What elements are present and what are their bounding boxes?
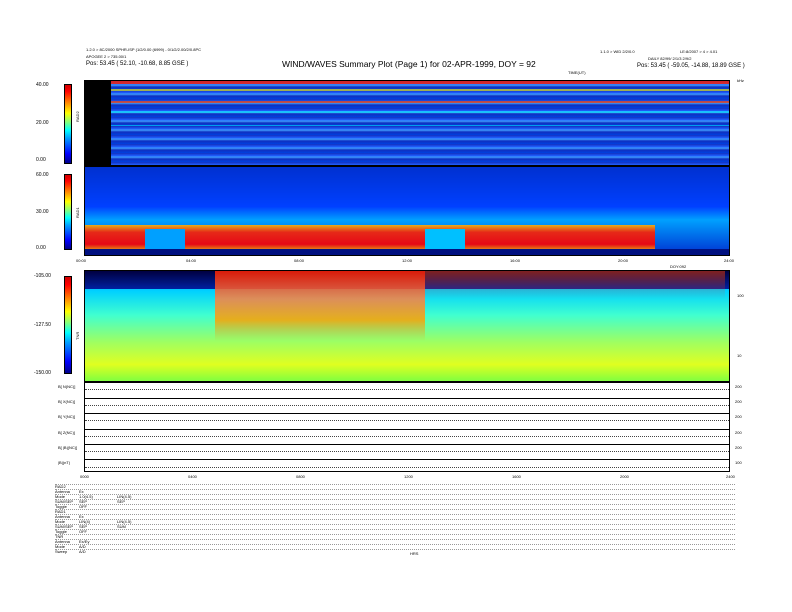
rad1-colorbar (64, 174, 72, 250)
time-marker-top: TIME(UT) (568, 70, 586, 75)
footer-row: RAD1 (55, 509, 735, 514)
line-right-5: 200 (735, 445, 742, 450)
page-title: WIND/WAVES Summary Plot (Page 1) for 02-… (282, 59, 536, 69)
footer-row: Mode 1.0(4.5) LIN(4.5) (55, 494, 735, 499)
rad2-tick-mid: 20.00 (36, 120, 49, 126)
line-label-3: B[ Y(NC)] (58, 414, 76, 419)
line-label-6: |B|(nT) (58, 460, 71, 465)
footer-row: Antenna Ex (55, 489, 735, 494)
footer-row: SUM/SEP SEP SEP (55, 499, 735, 504)
footer-row: Sweep A/D (55, 549, 735, 554)
rad1-time-24: 24:00 (724, 258, 735, 263)
tnr-tick-bottom: -150.00 (34, 370, 51, 376)
line-label-4: B[ Z(NC)] (58, 430, 75, 435)
footer-row: RAD2 (55, 484, 735, 489)
header-right-line3: DAILY 82/99/ 2/1/3 2/9/2 (648, 56, 692, 61)
bottom-time-1200: 1200 (404, 474, 413, 479)
rad2-spectrogram (84, 80, 730, 166)
line-right-4: 200 (735, 430, 742, 435)
bottom-time-2000: 2000 (620, 474, 629, 479)
footer-row: Toggle OFF (55, 529, 735, 534)
rad1-label: RAD1 (75, 207, 80, 218)
rad2-tick-top: 40.00 (36, 82, 49, 88)
rad1-time-08: 08:00 (294, 258, 305, 263)
rad1-time-04: 04:00 (186, 258, 197, 263)
rad1-tick-top: 60.00 (36, 172, 49, 178)
footer-row: TNR (55, 534, 735, 539)
tnr-right-tick-10: 10 (737, 353, 742, 358)
line-plots-frame (84, 382, 730, 472)
header-right-line2: LE:8/2007 > 4 > 4.01 (680, 49, 718, 54)
footer-row: Antenna Ex (55, 514, 735, 519)
tnr-tick-mid: -127.50 (34, 322, 51, 328)
rad1-time-16: 16:00 (510, 258, 521, 263)
rad2-label: RAD2 (75, 111, 80, 122)
header-right-position: Pos: 53.45 ( -59.05, -14.88, 18.89 GSE ) (637, 63, 745, 69)
header-left-line1: 1.2.0 > 8C/2000 SPHR-ISP (1/2/0.00 (6999… (86, 47, 201, 52)
bottom-time-0000: 0000 (80, 474, 89, 479)
footer-row: SUM/SEP SEP SUM (55, 524, 735, 529)
tnr-tick-top: -105.00 (34, 273, 51, 279)
line-label-1: B[ N(NC)] (58, 384, 76, 389)
footer-cell-b: A/D (79, 549, 86, 554)
rad1-time-12: 12:00 (402, 258, 413, 263)
rad2-colorbar (64, 84, 72, 164)
footer-center-note: HRS (410, 551, 419, 556)
rad1-tick-mid: 30.00 (36, 209, 49, 215)
line-right-2: 200 (735, 399, 742, 404)
line-right-3: 200 (735, 414, 742, 419)
rad1-time-20: 20:00 (618, 258, 629, 263)
footer-row: Mode A/D (55, 544, 735, 549)
bottom-time-0400: 0400 (188, 474, 197, 479)
bottom-time-2400: 2400 (726, 474, 735, 479)
footer-row: Mode LIN(4) LIN(4.5) (55, 519, 735, 524)
tnr-right-tick-100: 100 (737, 293, 744, 298)
footer-cell-a: Sweep (55, 549, 68, 554)
bottom-time-1600: 1600 (512, 474, 521, 479)
rad1-tick-bottom: 0.00 (36, 245, 46, 251)
unit-label-right: kHz (737, 78, 744, 83)
line-label-5: B[ |B|(NC)] (58, 445, 78, 450)
footer-row: Toggle OFF (55, 504, 735, 509)
footer-row: Antenna Ex/Ey (55, 539, 735, 544)
tnr-label: TNR (75, 331, 80, 340)
tnr-spectrogram (84, 270, 730, 382)
line-right-1: 200 (735, 384, 742, 389)
header-left-position: Pos: 53.45 ( 52.10, -10.68, 8.85 GSE ) (86, 61, 189, 67)
rad1-spectrogram (84, 166, 730, 256)
bottom-time-0800: 0800 (296, 474, 305, 479)
doy-label: DOY:092 (670, 264, 687, 269)
header-left-line2: APOGEE 2 > 735.00/1 (86, 54, 127, 59)
rad1-time-00: 00:00 (76, 258, 87, 263)
rad2-tick-bottom: 0.00 (36, 157, 46, 163)
header-right-line1: 1.1.0 > WID 2/2/0.0 (600, 49, 635, 54)
tnr-colorbar (64, 276, 72, 374)
line-label-2: B[ X(NC)] (58, 399, 76, 404)
line-right-6: 100 (735, 460, 742, 465)
